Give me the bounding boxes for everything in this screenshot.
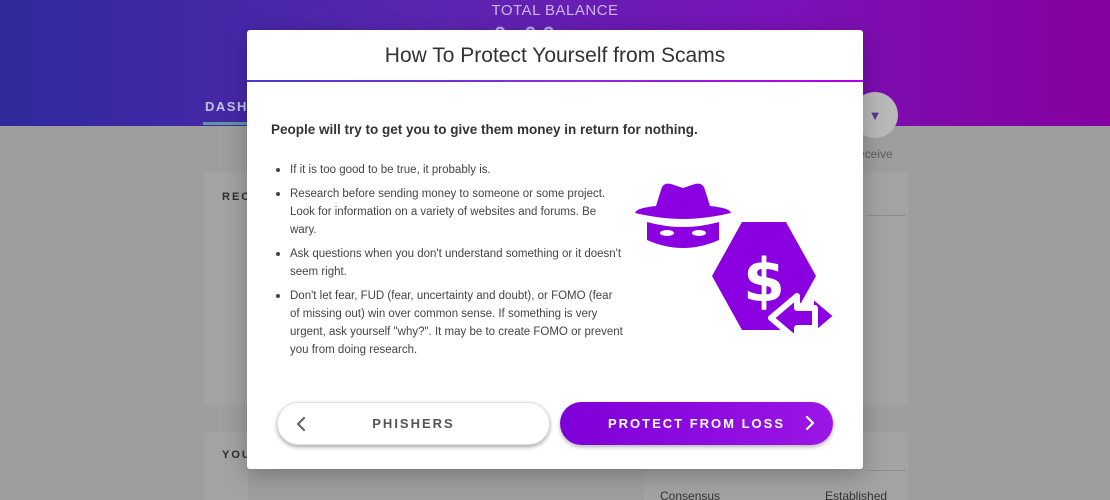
intro-text: People will try to get you to give them … (271, 122, 698, 137)
spy-hat-icon (635, 183, 731, 219)
dialog-title: How To Protect Yourself from Scams (384, 44, 726, 67)
active-tab-indicator (203, 122, 247, 125)
list-item: Ask questions when you don't understand … (271, 245, 623, 281)
divider (866, 470, 906, 471)
previous-button-label: PHISHERS (372, 416, 455, 431)
list-item: Research before sending money to someone… (271, 185, 623, 239)
chevron-left-icon (296, 416, 306, 432)
total-balance-label: TOTAL BALANCE (491, 2, 619, 19)
divider (866, 215, 906, 216)
your-card (204, 432, 248, 500)
spy-mask-icon (647, 222, 719, 248)
list-item: Don't let fear, FUD (fear, uncertainty a… (271, 287, 623, 359)
list-item: If it is too good to be true, it probabl… (271, 161, 623, 179)
receive-label: eceive (858, 147, 893, 161)
tips-list: If it is too good to be true, it probabl… (271, 161, 623, 365)
chevron-right-icon (805, 415, 815, 431)
scam-spy-dollar-exchange-icon: $ (635, 183, 840, 343)
next-button[interactable]: PROTECT FROM LOSS (560, 402, 833, 445)
consensus-value: Established (825, 489, 888, 500)
svg-text:$: $ (743, 246, 785, 316)
side-card (862, 172, 908, 405)
previous-button[interactable]: PHISHERS (277, 402, 550, 445)
scam-protection-dialog: How To Protect Yourself from Scams Peopl… (247, 30, 863, 469)
next-button-label: PROTECT FROM LOSS (608, 416, 785, 431)
consensus-label: Consensus (660, 489, 721, 500)
download-arrow-icon: ▼ (868, 107, 882, 123)
title-divider (247, 80, 863, 82)
recent-card (204, 172, 248, 405)
